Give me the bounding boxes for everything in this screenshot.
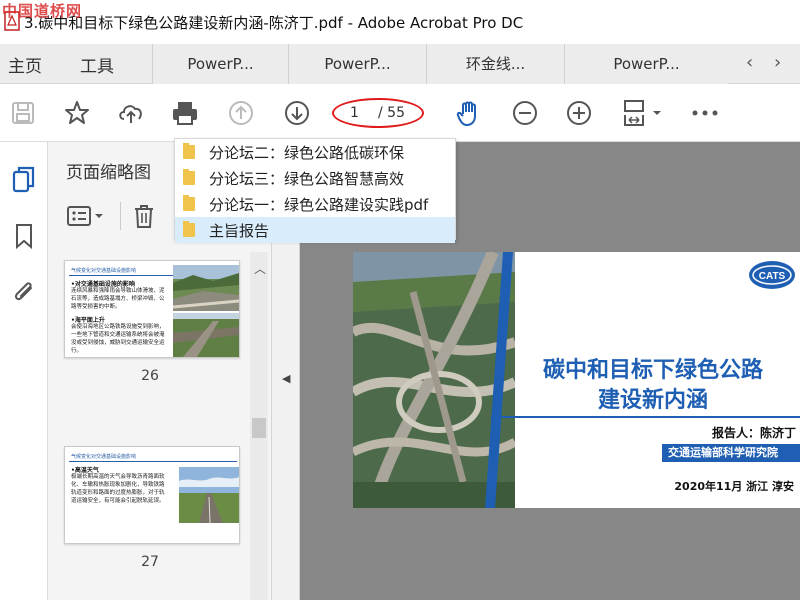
folder-icon bbox=[183, 143, 195, 159]
collapse-arrow-icon[interactable]: ◀ bbox=[282, 372, 290, 385]
thumbnail-page-number: 27 bbox=[141, 554, 159, 570]
thumb-body: 极端长期高温的天气会导致沥青路面软化、车辙和热胀现象加剧化，导致铁路轨道变形和路… bbox=[71, 474, 165, 504]
slide-divider bbox=[491, 416, 800, 418]
folder-item[interactable]: 分论坛二：绿色公路低碳环保 bbox=[175, 139, 455, 165]
scroll-up-icon[interactable]: ︿ bbox=[254, 260, 266, 277]
folder-dropdown: 分论坛二：绿色公路低碳环保 分论坛三：绿色公路智慧高效 分论坛一：绿色公路建设实… bbox=[174, 138, 456, 243]
thumbnail-page-number: 26 bbox=[141, 368, 159, 384]
page-thumbnail[interactable]: 气候变化对交通基础设施影响 •对交通基础设施的影响 连续风暴和强降雨会导致山体滑… bbox=[64, 260, 240, 358]
doc-tab-4[interactable]: PowerP... bbox=[564, 44, 728, 84]
bookmark-icon[interactable] bbox=[8, 220, 40, 252]
save-icon[interactable] bbox=[6, 96, 40, 130]
scrollbar-thumb[interactable] bbox=[252, 418, 266, 438]
thumb-body: 连续风暴和强降雨会导致山体滑坡、泥石流等，造成路基塌方、桥梁冲毁、公路等受损害的… bbox=[71, 288, 165, 310]
slide-date-place: 2020年11月 浙江 淳安 bbox=[674, 480, 794, 493]
nav-tools-tab[interactable]: 工具 bbox=[80, 52, 114, 77]
thumb-header: 气候变化对交通基础设施影响 bbox=[71, 454, 137, 460]
bookmark-star-icon[interactable] bbox=[60, 96, 94, 130]
page-down-icon[interactable] bbox=[280, 96, 314, 130]
slide-title-line2: 建设新内涵 bbox=[597, 388, 708, 413]
thumb-header: 气候变化对交通基础设施影响 bbox=[71, 268, 137, 274]
folder-item-selected[interactable]: 主旨报告 bbox=[175, 217, 455, 243]
zoom-out-icon[interactable] bbox=[508, 96, 542, 130]
doc-tab-3[interactable]: 环金线... bbox=[426, 44, 564, 84]
folder-item-label: 分论坛二：绿色公路低碳环保 bbox=[209, 143, 405, 162]
slide-reporter: 报告人：陈济丁 bbox=[711, 426, 796, 440]
slide-organization: 交通运输部科学研究院 bbox=[662, 444, 800, 462]
tab-bar: 主页 工具 PowerP... PowerP... 环金线... PowerP.… bbox=[0, 44, 800, 84]
print-icon[interactable] bbox=[168, 96, 202, 130]
highlight-annotation-oval bbox=[332, 98, 424, 128]
folder-icon bbox=[183, 195, 195, 211]
slide-title-line1: 碳中和目标下绿色公路 bbox=[542, 358, 763, 383]
doc-tab-2[interactable]: PowerP... bbox=[288, 44, 426, 84]
thumbnail-options-icon[interactable] bbox=[66, 202, 110, 230]
thumb-body: 会使沿海地区公路铁路设施受到影响，一些地下管道和交通运输系统将会被淹没或受到侵蚀… bbox=[71, 324, 165, 354]
thumbnail-toolbar bbox=[66, 202, 159, 230]
thumb-photo-road bbox=[173, 313, 239, 357]
doc-tab-1[interactable]: PowerP... bbox=[152, 44, 288, 84]
attachment-icon[interactable] bbox=[8, 276, 40, 308]
thumb-photo-highway bbox=[179, 467, 239, 523]
panel-title: 页面缩略图 bbox=[66, 163, 151, 183]
thumb-photo-landslide bbox=[173, 265, 239, 311]
folder-item-label: 分论坛一：绿色公路建设实践pdf bbox=[209, 195, 429, 214]
delete-page-icon[interactable] bbox=[131, 202, 159, 230]
title-bar: 3.碳中和目标下绿色公路建设新内涵-陈济丁.pdf - Adobe Acroba… bbox=[0, 0, 800, 44]
folder-icon bbox=[183, 169, 195, 185]
folder-item-label: 分论坛三：绿色公路智慧高效 bbox=[209, 169, 405, 188]
zoom-in-icon[interactable] bbox=[562, 96, 596, 130]
tab-scroll-right-icon[interactable]: › bbox=[774, 52, 781, 73]
window-title: 3.碳中和目标下绿色公路建设新内涵-陈济丁.pdf - Adobe Acroba… bbox=[24, 14, 524, 32]
tab-scroll-left-icon[interactable]: ‹ bbox=[746, 52, 753, 73]
page-thumbnails-icon[interactable] bbox=[8, 164, 40, 196]
fit-page-icon[interactable] bbox=[618, 96, 666, 130]
folder-icon bbox=[183, 221, 195, 237]
page-thumbnail[interactable]: 气候变化对交通基础设施影响 •高温天气 极端长期高温的天气会导致沥青路面软化、车… bbox=[64, 446, 240, 544]
nav-home-tab[interactable]: 主页 bbox=[8, 52, 42, 77]
cats-logo: CATS bbox=[747, 258, 797, 292]
page-up-icon[interactable] bbox=[224, 96, 258, 130]
folder-item-label: 主旨报告 bbox=[209, 221, 270, 240]
thumb-header-rule bbox=[69, 461, 237, 462]
site-watermark: 中国道桥网 bbox=[2, 2, 83, 20]
folder-item[interactable]: 分论坛三：绿色公路智慧高效 bbox=[175, 165, 455, 191]
slide-blue-stripe bbox=[485, 252, 513, 508]
left-rail bbox=[0, 142, 48, 600]
cloud-upload-icon[interactable] bbox=[114, 96, 148, 130]
main-toolbar: 1 / 55 bbox=[0, 84, 800, 142]
pdf-page: CATS 碳中和目标下绿色公路 建设新内涵 报告人：陈济丁 交通运输部科学研究院… bbox=[353, 252, 800, 508]
more-icon[interactable] bbox=[688, 96, 722, 130]
folder-item[interactable]: 分论坛一：绿色公路建设实践pdf bbox=[175, 191, 455, 217]
svg-text:CATS: CATS bbox=[759, 271, 786, 282]
hand-tool-icon[interactable] bbox=[452, 96, 486, 130]
